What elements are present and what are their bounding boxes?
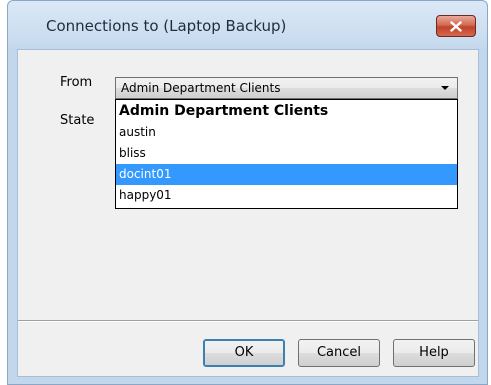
chevron-down-icon[interactable] xyxy=(441,86,449,90)
dropdown-option-austin[interactable]: austin xyxy=(116,122,457,143)
dropdown-option-happy01[interactable]: happy01 xyxy=(116,185,457,206)
close-icon xyxy=(450,20,462,32)
dialog-body: From State Admin Department Clients Admi… xyxy=(17,49,479,377)
cancel-button[interactable]: Cancel xyxy=(298,339,380,367)
title-bar[interactable]: Connections to (Laptop Backup) xyxy=(8,1,487,49)
footer-divider xyxy=(18,320,478,322)
dialog-window: Connections to (Laptop Backup) From Stat… xyxy=(7,0,488,385)
state-label: State xyxy=(60,113,95,128)
dropdown-option-docint01[interactable]: docint01 xyxy=(116,164,457,185)
close-button[interactable] xyxy=(436,15,476,37)
dropdown-option-bliss[interactable]: bliss xyxy=(116,143,457,164)
help-button[interactable]: Help xyxy=(393,339,475,367)
window-title: Connections to (Laptop Backup) xyxy=(46,17,287,35)
from-select-value: Admin Department Clients xyxy=(121,81,281,95)
from-dropdown-list: Admin Department Clients austin bliss do… xyxy=(115,99,458,209)
ok-button[interactable]: OK xyxy=(203,339,285,367)
from-label: From xyxy=(60,75,93,90)
dropdown-option-admin-department-clients[interactable]: Admin Department Clients xyxy=(116,100,457,122)
from-select[interactable]: Admin Department Clients xyxy=(115,77,458,99)
